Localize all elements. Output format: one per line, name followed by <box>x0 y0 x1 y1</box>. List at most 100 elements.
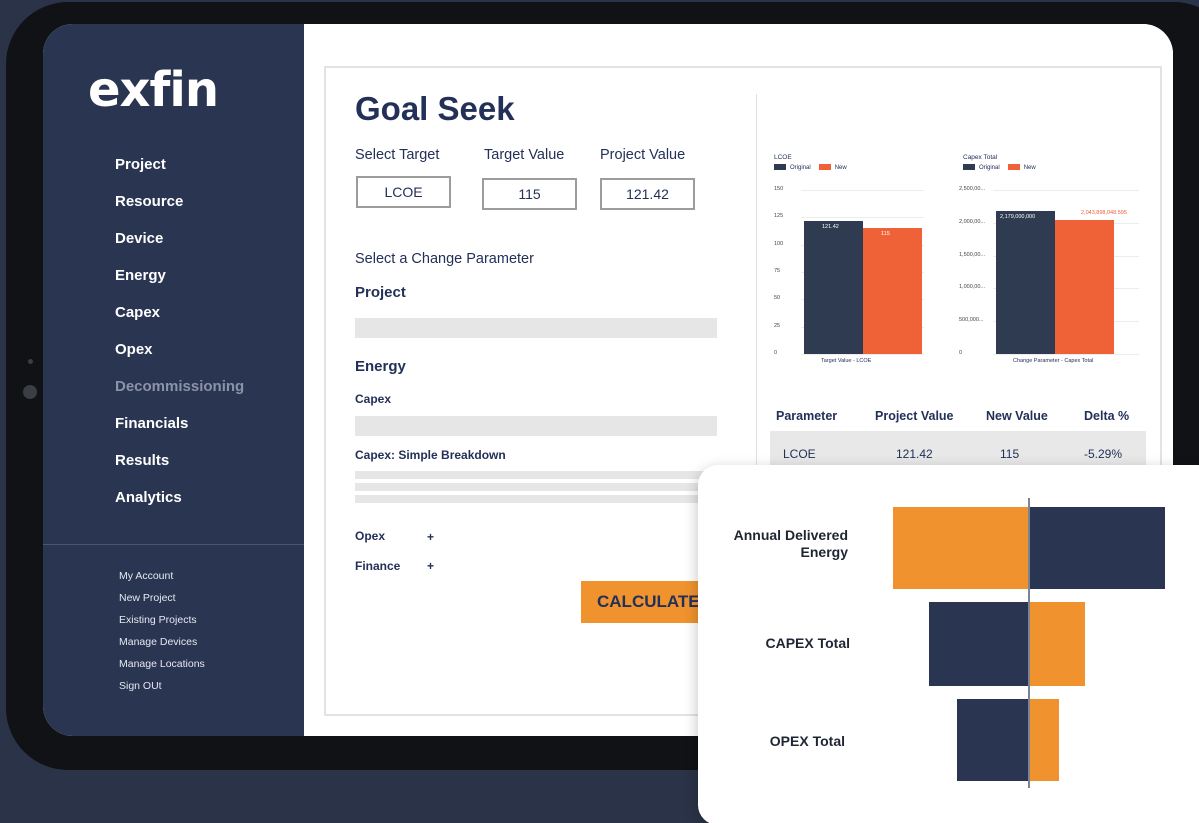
tornado-bar-low <box>957 699 1029 781</box>
calculate-button[interactable]: CALCULATE <box>581 581 711 623</box>
table-cell-delta: -5.29% <box>1084 447 1123 461</box>
nav-item-results[interactable]: Results <box>115 452 244 489</box>
legend-label: New <box>834 164 847 171</box>
y-tick-label: 150 <box>774 186 784 192</box>
chart-legend: Original New <box>774 164 855 171</box>
section-capex[interactable]: Capex <box>355 392 391 406</box>
project-value-field: 121.42 <box>600 178 695 210</box>
gridline <box>993 190 1139 191</box>
chart-title: Capex Total <box>963 154 998 161</box>
table-header-parameter: Parameter <box>776 409 838 423</box>
legend-item: New <box>1007 164 1036 171</box>
data-label: 115 <box>881 231 890 238</box>
nav-item-resource[interactable]: Resource <box>115 193 244 230</box>
table-cell-parameter: LCOE <box>783 447 816 461</box>
capex-param-slot[interactable] <box>355 416 717 436</box>
nav-item-energy[interactable]: Energy <box>115 267 244 304</box>
lcoe-chart: LCOE Original New 150 125 100 75 50 25 0 121.42 115… <box>774 154 934 379</box>
y-tick-label: 1,500,00... <box>959 251 985 258</box>
x-axis-label: Target Value - LCOE <box>821 358 872 364</box>
tornado-axis <box>1028 498 1030 788</box>
main-nav: Project Resource Device Energy Capex Ope… <box>115 156 244 526</box>
legend-swatch <box>963 164 975 170</box>
nav-item-capex[interactable]: Capex <box>115 304 244 341</box>
nav-my-account[interactable]: My Account <box>119 570 205 592</box>
tornado-label-energy: Annual Delivered Energy <box>733 527 848 560</box>
capex-chart: Capex Total Original New 2,500,00... 2,000,0… <box>959 154 1149 379</box>
nav-sign-out[interactable]: Sign OUt <box>119 680 205 702</box>
chart-bar-new <box>863 228 922 354</box>
nav-item-analytics[interactable]: Analytics <box>115 489 244 526</box>
legend-swatch <box>818 164 831 170</box>
legend-item: New <box>818 164 847 171</box>
target-value-field[interactable]: 115 <box>482 178 577 210</box>
chart-legend: Original New <box>963 164 1044 171</box>
x-axis-label: Change Parameter - Capex Total <box>1013 358 1094 364</box>
table-cell-project-value: 121.42 <box>896 447 933 461</box>
section-opex[interactable]: Opex <box>355 529 385 543</box>
y-tick-label: 0 <box>959 350 963 356</box>
capex-breakdown-row[interactable] <box>355 495 717 503</box>
chart-bar-new <box>1055 219 1114 354</box>
expand-finance-icon[interactable]: + <box>427 559 434 573</box>
section-finance[interactable]: Finance <box>355 559 400 573</box>
gridline <box>993 354 1139 355</box>
gridline <box>801 354 924 355</box>
legend-swatch <box>1007 164 1020 170</box>
capex-breakdown-row[interactable] <box>355 483 717 491</box>
data-label: 121.42 <box>822 224 839 231</box>
nav-item-device[interactable]: Device <box>115 230 244 267</box>
select-target-field[interactable]: LCOE <box>356 176 451 208</box>
sidebar: exfin Project Resource Device Energy Cap… <box>43 24 304 736</box>
project-param-slot[interactable] <box>355 318 717 338</box>
gridline <box>801 190 924 191</box>
project-value-label: Project Value <box>600 147 686 163</box>
y-tick-label: 1,000,00... <box>959 284 985 291</box>
page-title: Goal Seek <box>355 90 515 127</box>
table-header-project-value: Project Value <box>875 409 954 423</box>
nav-item-decommissioning[interactable]: Decommissioning <box>115 378 244 415</box>
data-label: 2,043,898,048.595 <box>1081 209 1127 216</box>
change-parameter-label: Select a Change Parameter <box>355 251 534 267</box>
y-tick-label: 2,000,00... <box>959 218 985 225</box>
sensitivity-card: Annual Delivered Energy CAPEX Total OPEX… <box>698 465 1199 823</box>
chart-bar-original <box>996 211 1055 354</box>
capex-breakdown-row[interactable] <box>355 471 717 479</box>
tornado-bar-low <box>893 507 1029 589</box>
chart-title: LCOE <box>774 154 792 161</box>
tornado-label-opex: OPEX Total <box>769 733 845 749</box>
section-energy[interactable]: Energy <box>355 358 406 375</box>
y-tick-label: 2,500,00... <box>959 186 985 192</box>
nav-manage-locations[interactable]: Manage Locations <box>119 658 205 680</box>
expand-opex-icon[interactable]: + <box>427 530 434 544</box>
chart-bar-original <box>804 221 863 354</box>
tornado-bar-high <box>1029 602 1085 686</box>
data-label: 2,179,000,000 <box>1000 214 1036 221</box>
nav-item-financials[interactable]: Financials <box>115 415 244 452</box>
tornado-label-capex: CAPEX Total <box>765 635 850 651</box>
section-project[interactable]: Project <box>355 284 406 301</box>
account-nav: My Account New Project Existing Projects… <box>119 570 205 702</box>
nav-item-project[interactable]: Project <box>115 156 244 193</box>
nav-existing-projects[interactable]: Existing Projects <box>119 614 205 636</box>
tornado-bar-low <box>929 602 1029 686</box>
app-logo[interactable]: exfin <box>88 62 219 118</box>
table-header-new-value: New Value <box>986 409 1048 423</box>
legend-item: Original <box>963 164 1000 171</box>
tornado-bar-high <box>1029 507 1165 589</box>
legend-label: Original <box>979 164 1000 171</box>
y-tick-label: 125 <box>774 213 784 220</box>
table-cell-new-value: 115 <box>1000 447 1020 461</box>
legend-label: New <box>1023 164 1036 171</box>
sidebar-divider <box>43 544 304 545</box>
tablet-sensor <box>28 359 33 364</box>
nav-new-project[interactable]: New Project <box>119 592 205 614</box>
nav-manage-devices[interactable]: Manage Devices <box>119 636 205 658</box>
select-target-label: Select Target <box>355 147 440 163</box>
section-capex-breakdown[interactable]: Capex: Simple Breakdown <box>355 448 506 462</box>
legend-label: Original <box>790 164 811 171</box>
table-header-delta: Delta % <box>1084 409 1130 423</box>
gridline <box>801 217 924 219</box>
nav-item-opex[interactable]: Opex <box>115 341 244 378</box>
legend-swatch <box>774 164 786 170</box>
